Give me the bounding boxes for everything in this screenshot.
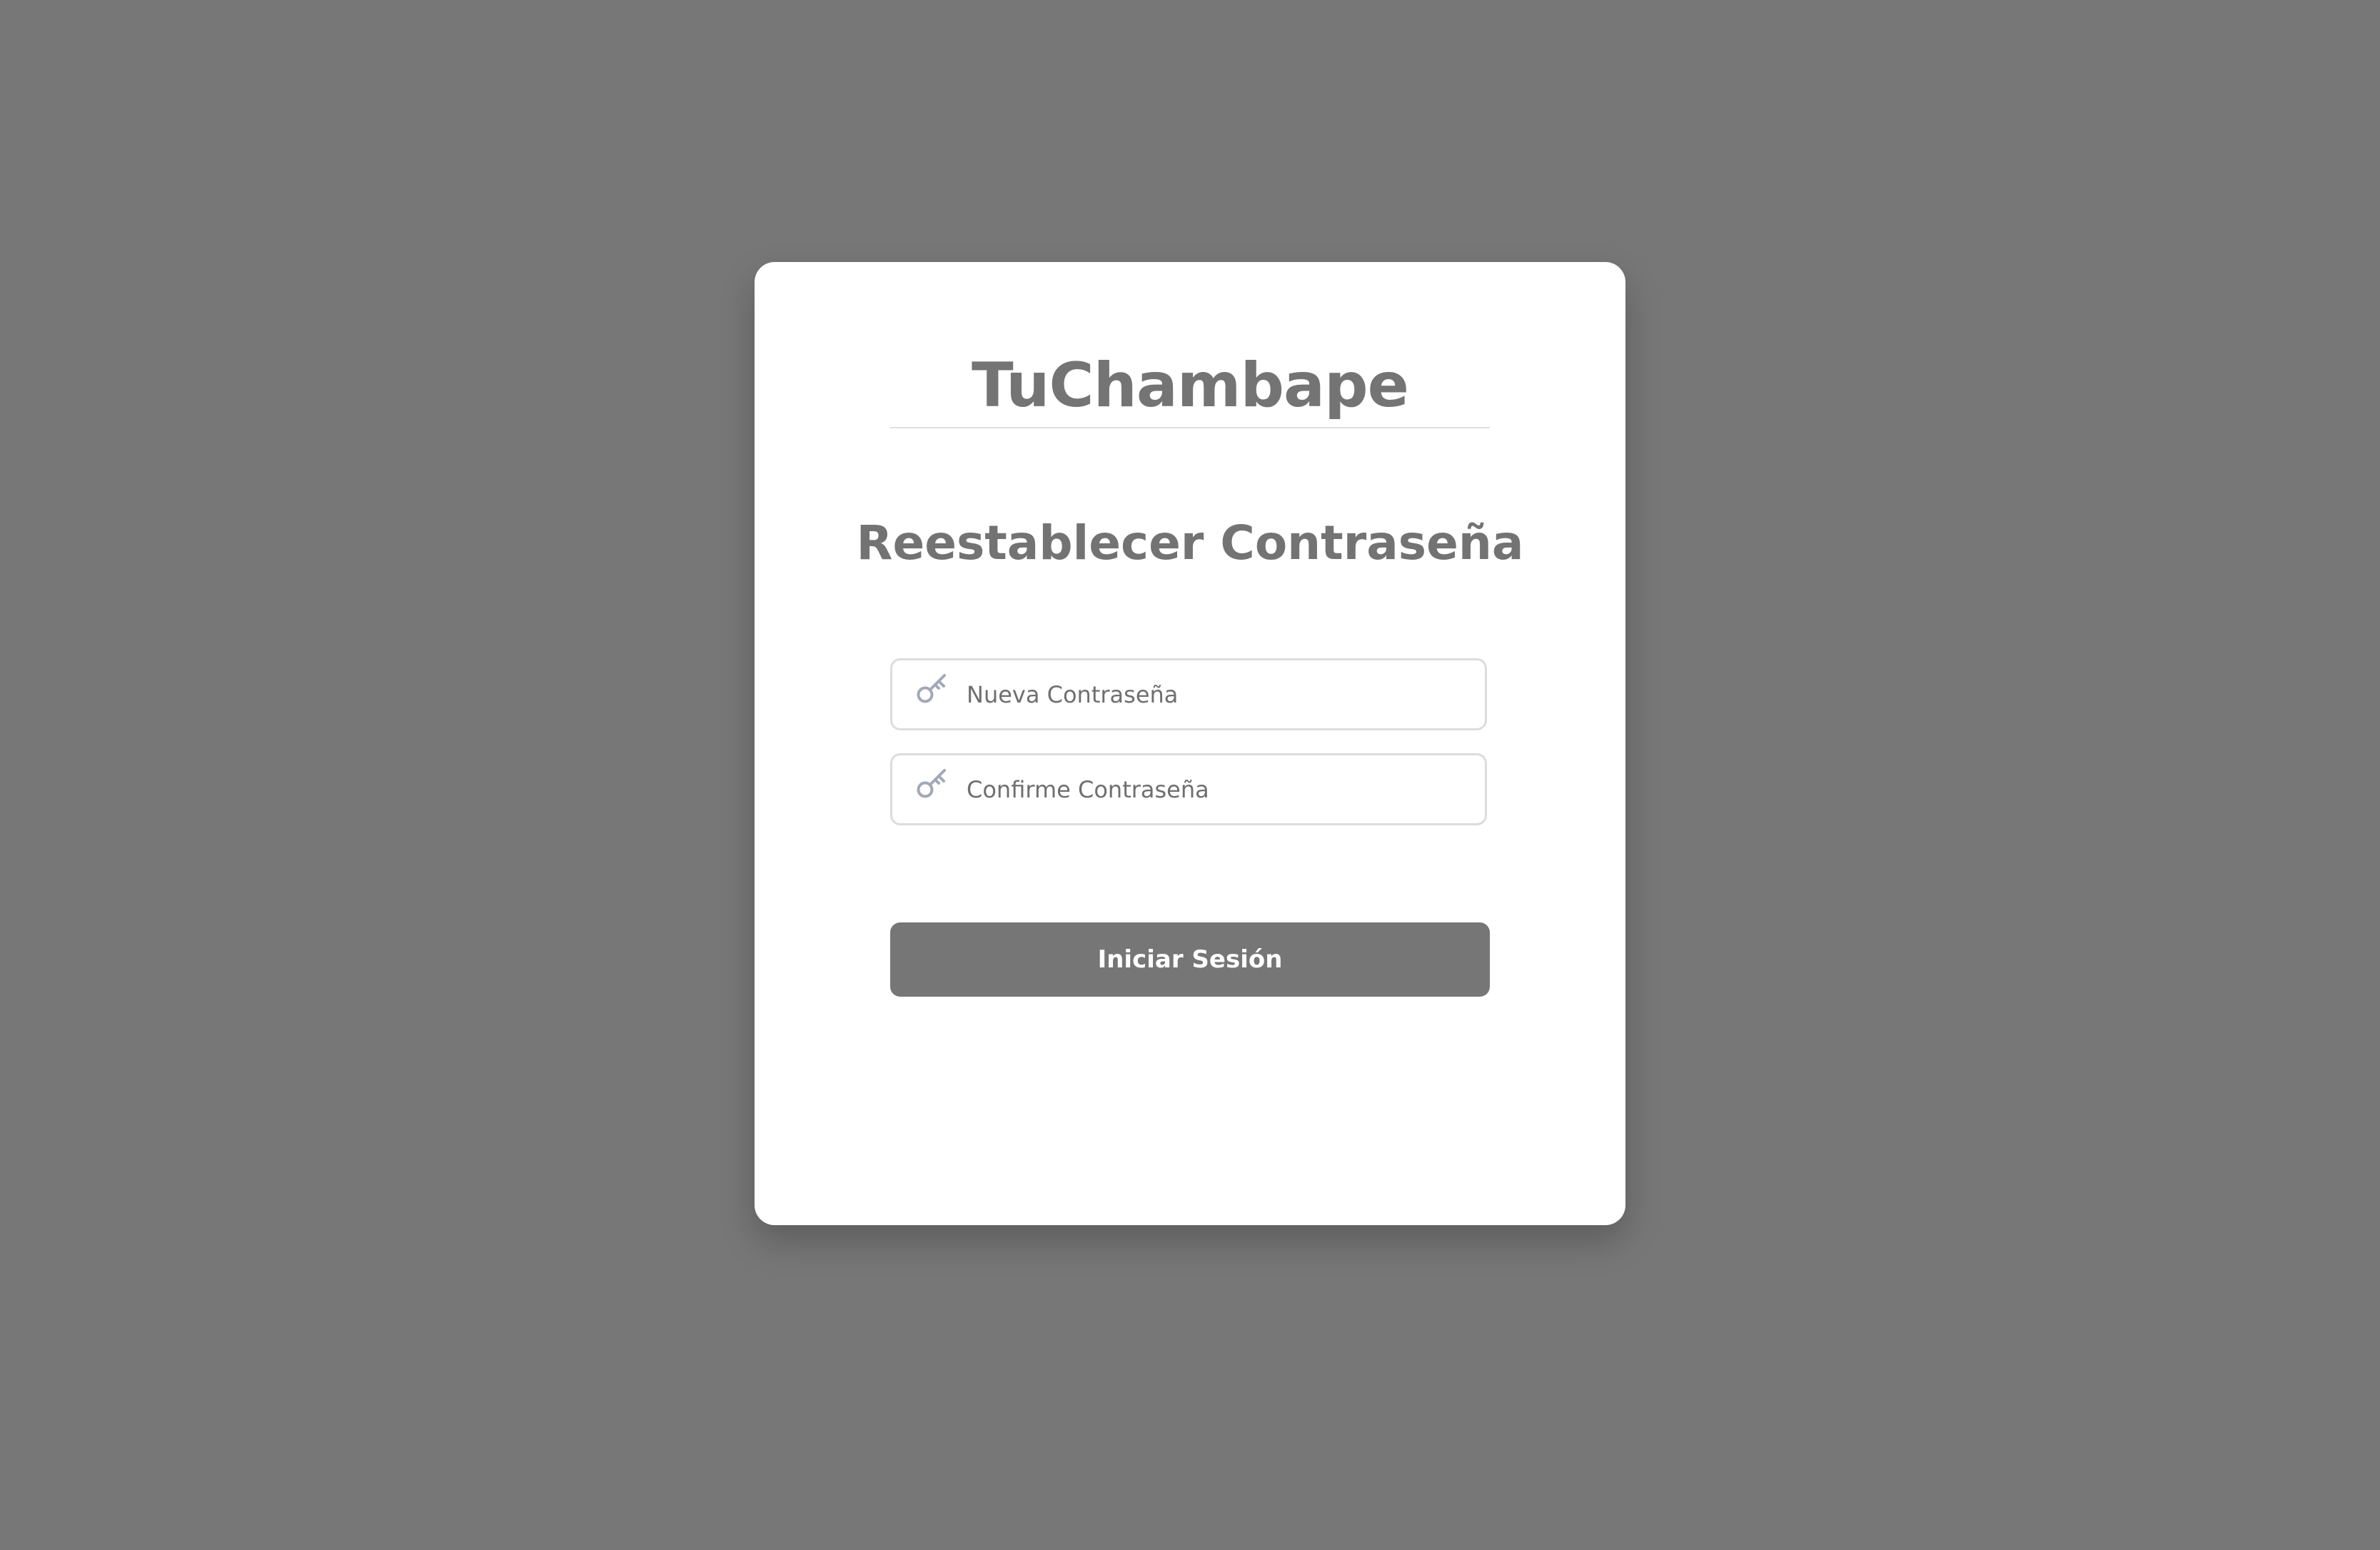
page-title: Reestablecer Contraseña <box>856 515 1524 570</box>
brand-divider <box>890 427 1490 428</box>
key-icon <box>917 674 946 703</box>
new-password-input[interactable] <box>967 660 1466 728</box>
submit-button[interactable]: Iniciar Sesión <box>890 922 1490 997</box>
new-password-field[interactable] <box>890 658 1487 730</box>
reset-password-card: TuChambape Reestablecer Contraseña Inici… <box>755 262 1625 1225</box>
key-icon <box>917 769 946 798</box>
confirm-password-field[interactable] <box>890 753 1487 825</box>
confirm-password-input[interactable] <box>967 755 1466 823</box>
brand-logo-text: TuChambape <box>972 350 1409 421</box>
